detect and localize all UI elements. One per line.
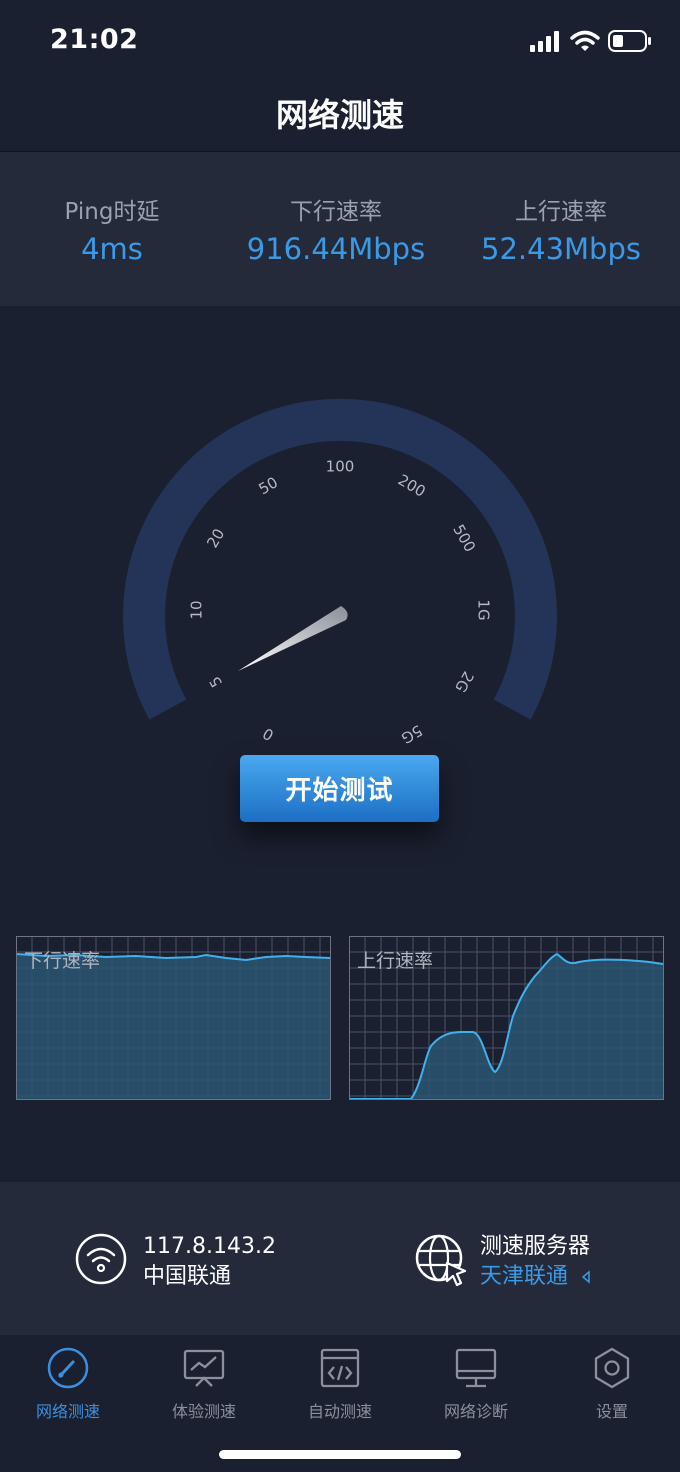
tab-label: 设置 [595,1402,628,1421]
ping-value: 4ms [81,232,143,266]
gauge-tick-label: 500 [449,521,479,555]
cellular-signal-icon [530,31,559,52]
desktop-icon [455,1348,497,1388]
upload-chart-label: 上行速率 [357,950,434,972]
tab-label: 网络诊断 [443,1402,508,1421]
download-chart: 下行速率 [15,936,331,1100]
upload-chart-area [349,954,663,1099]
page-title: 网络测速 [275,96,404,134]
speedometer-icon [47,1347,89,1389]
gauge-tick-label: 5 [206,673,226,690]
gauge-tick-label: 20 [203,525,228,551]
gauge-tick-labels: 0 5 10 20 50 100 200 500 1G 2G 5G [188,458,493,748]
server-title: 测速服务器 [480,1234,591,1259]
home-indicator [219,1450,461,1459]
download-metric: 下行速率 916.44Mbps [236,192,436,266]
ping-label: Ping时延 [64,199,160,225]
speed-gauge: 0 5 10 20 50 100 200 500 1G 2G 5G [123,398,557,748]
code-window-icon [320,1348,360,1388]
download-chart-label: 下行速率 [24,950,101,972]
tab-speed-test[interactable]: 网络测速 [0,1346,136,1422]
caret-left-icon [581,1270,590,1284]
tab-network-diagnosis[interactable]: 网络诊断 [408,1346,544,1422]
server-info[interactable]: 测速服务器 天津联通 [480,1232,593,1292]
ip-address: 117.8.143.2 [143,1234,276,1259]
tab-label: 体验测速 [171,1402,236,1421]
gauge-tick-label: 50 [255,473,281,498]
upload-chart: 上行速率 [349,936,664,1100]
status-time: 21:02 [50,24,139,55]
download-value: 916.44Mbps [246,232,426,266]
server-name: 天津联通 [480,1264,569,1289]
status-icons [530,28,652,54]
start-test-button[interactable]: 开始测试 [240,755,439,822]
isp-name: 中国联通 [143,1264,232,1289]
hexagon-settings-icon [594,1347,630,1389]
network-info: 117.8.143.2 中国联通 [143,1232,276,1292]
globe-cursor-icon [415,1234,467,1287]
tab-settings[interactable]: 设置 [544,1346,680,1422]
download-label: 下行速率 [290,199,382,225]
download-chart-area [16,954,330,1099]
gauge-tick-label: 0 [260,724,277,744]
gauge-needle [238,606,348,671]
gauge-tick-label: 5G [398,721,425,747]
ping-metric: Ping时延 4ms [12,192,212,266]
upload-value: 52.43Mbps [481,232,641,266]
tab-label: 网络测速 [35,1402,100,1421]
tab-auto-test[interactable]: 自动测速 [272,1346,408,1422]
gauge-tick-label: 100 [326,458,355,476]
tab-experience-test[interactable]: 体验测速 [136,1346,272,1422]
gauge-tick-label: 2G [451,668,477,695]
gauge-tick-label: 1G [475,599,493,620]
server-selector[interactable]: 天津联通 [480,1262,593,1292]
wifi-icon [570,30,600,51]
monitor-chart-icon [183,1349,225,1387]
battery-icon [608,30,651,52]
tab-label: 自动测速 [307,1402,372,1421]
metrics-panel: Ping时延 4ms 下行速率 916.44Mbps 上行速率 52.43Mbp… [0,152,680,306]
upload-metric: 上行速率 52.43Mbps [461,192,661,266]
wifi-circle-icon [75,1233,127,1285]
upload-label: 上行速率 [515,199,607,225]
gauge-tick-label: 10 [188,600,206,619]
gauge-tick-label: 200 [395,471,429,501]
